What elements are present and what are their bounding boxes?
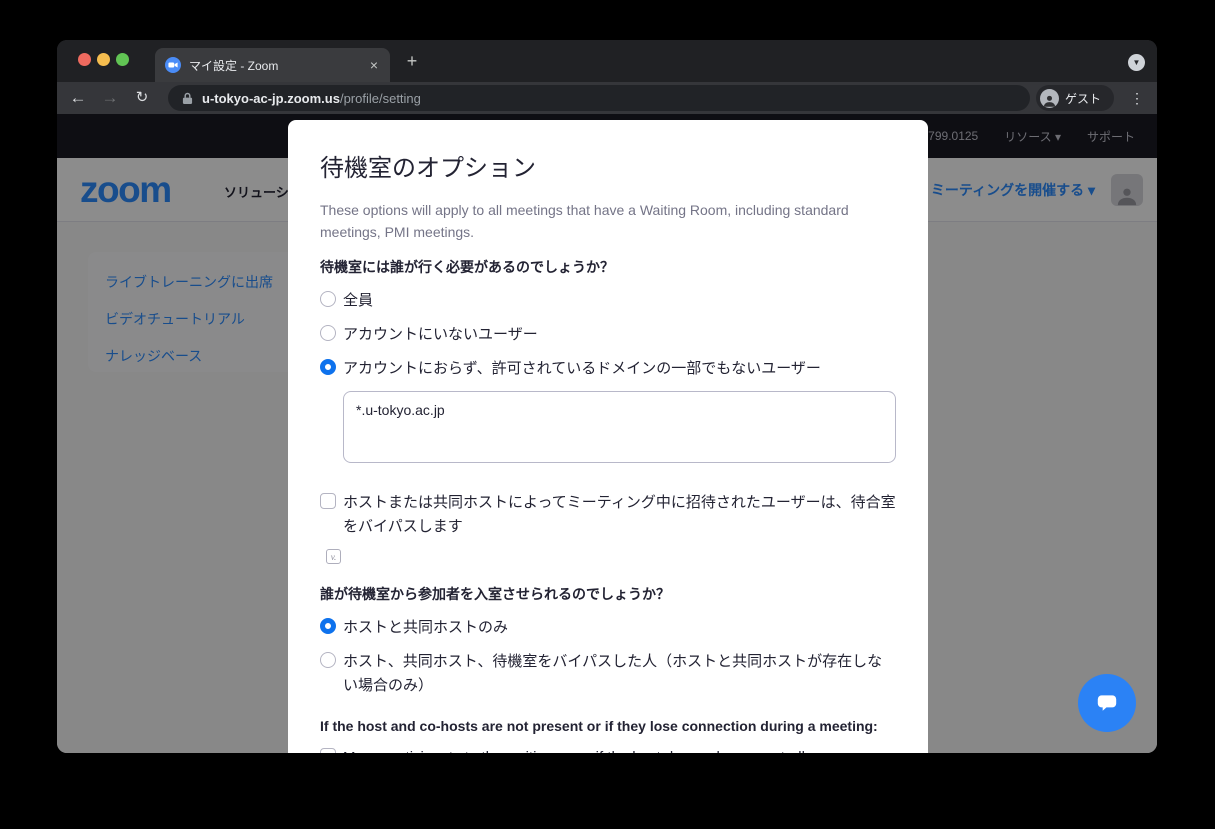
url-domain: u-tokyo-ac-jp.zoom.us [202, 91, 340, 106]
tab-search-button[interactable]: ▼ [1128, 54, 1145, 71]
question-host-not-present: If the host and co-hosts are not present… [320, 718, 896, 734]
radio-label: ホストと共同ホストのみ [343, 616, 508, 640]
checkbox-label: ホストまたは共同ホストによってミーティング中に招待されたユーザーは、待合室をバイ… [343, 491, 896, 539]
new-tab-button[interactable]: + [401, 50, 423, 72]
browser-menu-button[interactable]: ⋮ [1129, 82, 1145, 114]
radio-label: ホスト、共同ホスト、待機室をバイパスした人（ホストと共同ホストが存在しない場合の… [343, 650, 896, 698]
radio-icon[interactable] [320, 652, 336, 668]
radio-label: アカウントにおらず、許可されているドメインの一部でもないユーザー [343, 357, 821, 381]
fullscreen-window-button[interactable] [116, 53, 129, 66]
radio-icon[interactable] [320, 325, 336, 341]
forward-button[interactable]: → [98, 82, 122, 114]
radio-row-host-cohosts-only[interactable]: ホストと共同ホストのみ [320, 616, 896, 640]
checkbox-icon[interactable] [320, 748, 336, 753]
close-tab-icon[interactable]: × [368, 57, 380, 73]
close-window-button[interactable] [78, 53, 91, 66]
radio-icon-selected[interactable] [320, 359, 336, 375]
radio-row-users-not-in-allowed-domains[interactable]: アカウントにおらず、許可されているドメインの一部でもないユーザー [320, 357, 896, 381]
question-who-goes-to-waiting-room: 待機室には誰が行く必要があるのでしょうか？ [320, 257, 896, 277]
tab-title: マイ設定 - Zoom [189, 57, 368, 74]
back-button[interactable]: ← [66, 82, 90, 114]
url-path: /profile/setting [340, 91, 421, 106]
url-text: u-tokyo-ac-jp.zoom.us/profile/setting [202, 91, 421, 106]
reload-button[interactable]: ↻ [130, 82, 154, 114]
radio-label: アカウントにいないユーザー [343, 323, 538, 347]
guest-avatar-icon [1040, 89, 1059, 108]
broken-image-icon: v. [326, 549, 341, 564]
waiting-room-options-modal: 待機室のオプション These options will apply to al… [288, 120, 928, 753]
chat-bubble-icon [1094, 690, 1120, 716]
chevron-down-icon: ▼ [1133, 59, 1141, 67]
checkbox-icon[interactable] [320, 493, 336, 509]
address-bar[interactable]: u-tokyo-ac-jp.zoom.us/profile/setting [168, 85, 1030, 111]
radio-row-host-cohosts-bypassers[interactable]: ホスト、共同ホスト、待機室をバイパスした人（ホストと共同ホストが存在しない場合の… [320, 650, 896, 698]
zoom-favicon-icon [165, 57, 181, 73]
checkbox-row-bypass-invited-users[interactable]: ホストまたは共同ホストによってミーティング中に招待されたユーザーは、待合室をバイ… [320, 491, 896, 539]
radio-icon-selected[interactable] [320, 618, 336, 634]
checkbox-label: Move participants to the waiting room if… [343, 746, 812, 753]
radio-label: 全員 [343, 289, 373, 313]
question-who-admits-participants: 誰が待機室から参加者を入室させられるのでしょうか？ [320, 584, 896, 604]
browser-profile-button[interactable]: ゲスト [1036, 85, 1114, 111]
checkbox-row-move-participants[interactable]: Move participants to the waiting room if… [320, 746, 896, 753]
browser-tab[interactable]: マイ設定 - Zoom × [155, 48, 390, 82]
lock-icon [182, 92, 193, 105]
tab-strip: マイ設定 - Zoom × + ▼ [57, 40, 1157, 82]
allowed-domains-input[interactable]: *.u-tokyo.ac.jp [343, 391, 896, 463]
browser-toolbar: ← → ↻ u-tokyo-ac-jp.zoom.us/profile/sett… [57, 82, 1157, 114]
minimize-window-button[interactable] [97, 53, 110, 66]
radio-row-users-not-in-account[interactable]: アカウントにいないユーザー [320, 323, 896, 347]
radio-row-everyone[interactable]: 全員 [320, 289, 896, 313]
modal-description: These options will apply to all meetings… [320, 199, 896, 243]
guest-label: ゲスト [1065, 90, 1101, 107]
modal-title: 待機室のオプション [320, 148, 896, 183]
page-viewport: 88.799.0125 リソース ▾ サポート zoom ソリューション ミーテ… [57, 114, 1157, 753]
chat-widget-button[interactable] [1078, 674, 1136, 732]
browser-window: マイ設定 - Zoom × + ▼ ← → ↻ u-tokyo-ac-jp.zo… [57, 40, 1157, 753]
radio-icon[interactable] [320, 291, 336, 307]
